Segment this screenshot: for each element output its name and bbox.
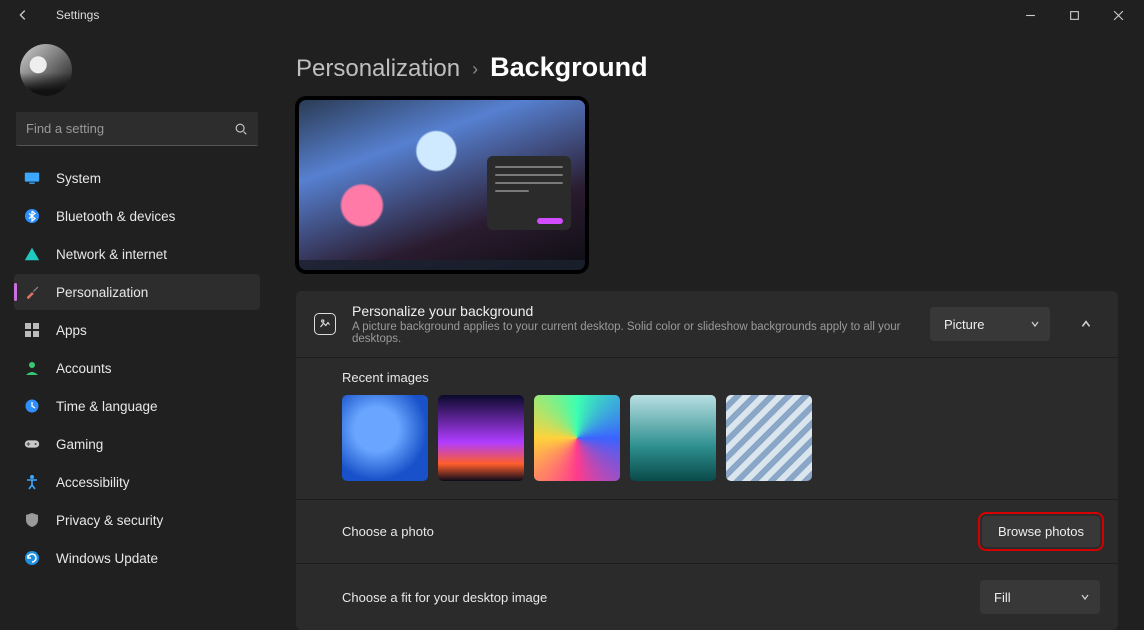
- sidebar-item-personalization[interactable]: Personalization: [14, 274, 260, 310]
- sidebar-item-label: System: [56, 171, 101, 186]
- person-icon: [22, 358, 42, 378]
- bluetooth-icon: [22, 206, 42, 226]
- sidebar-item-label: Personalization: [56, 285, 148, 300]
- recent-image-thumb[interactable]: [726, 395, 812, 481]
- browse-photos-button[interactable]: Browse photos: [982, 516, 1100, 547]
- chevron-right-icon: ›: [472, 59, 478, 80]
- search-icon: [234, 122, 248, 136]
- monitor-icon: [22, 168, 42, 188]
- avatar[interactable]: [20, 44, 72, 96]
- back-button[interactable]: [16, 8, 36, 22]
- gamepad-icon: [22, 434, 42, 454]
- card-title: Personalize your background: [352, 303, 914, 319]
- select-value: Fill: [994, 590, 1011, 605]
- clock-icon: [22, 396, 42, 416]
- sidebar-item-apps[interactable]: Apps: [14, 312, 260, 348]
- fit-select[interactable]: Fill: [980, 580, 1100, 614]
- sidebar-item-gaming[interactable]: Gaming: [14, 426, 260, 462]
- background-settings-card: Personalize your background A picture ba…: [296, 291, 1118, 630]
- sidebar-item-label: Privacy & security: [56, 513, 163, 528]
- select-value: Picture: [944, 317, 984, 332]
- sidebar-item-label: Windows Update: [56, 551, 158, 566]
- chevron-down-icon: [1080, 592, 1090, 602]
- sidebar-item-label: Time & language: [56, 399, 158, 414]
- sidebar-item-network[interactable]: Network & internet: [14, 236, 260, 272]
- sidebar-item-label: Accounts: [56, 361, 112, 376]
- choose-fit-row: Choose a fit for your desktop image Fill: [296, 563, 1118, 630]
- choose-photo-label: Choose a photo: [342, 524, 434, 539]
- recent-image-thumb[interactable]: [438, 395, 524, 481]
- sidebar-item-system[interactable]: System: [14, 160, 260, 196]
- recent-image-thumb[interactable]: [534, 395, 620, 481]
- recent-image-thumb[interactable]: [630, 395, 716, 481]
- close-button[interactable]: [1096, 0, 1140, 30]
- card-description: A picture background applies to your cur…: [352, 321, 914, 345]
- main-content: Personalization › Background Personali: [270, 30, 1144, 630]
- maximize-button[interactable]: [1052, 0, 1096, 30]
- sidebar-item-accounts[interactable]: Accounts: [14, 350, 260, 386]
- wifi-icon: [22, 244, 42, 264]
- recent-images-section: Recent images: [296, 357, 1118, 499]
- sidebar-item-privacy[interactable]: Privacy & security: [14, 502, 260, 538]
- sidebar-item-label: Bluetooth & devices: [56, 209, 175, 224]
- minimize-button[interactable]: [1008, 0, 1052, 30]
- sidebar: System Bluetooth & devices Network & int…: [0, 30, 270, 630]
- desktop-preview: [296, 97, 588, 273]
- sidebar-item-time-language[interactable]: Time & language: [14, 388, 260, 424]
- breadcrumb-parent[interactable]: Personalization: [296, 55, 460, 83]
- sidebar-item-label: Network & internet: [56, 247, 167, 262]
- page-title: Background: [490, 52, 648, 83]
- recent-images-label: Recent images: [342, 370, 1100, 385]
- sidebar-item-label: Gaming: [56, 437, 103, 452]
- preview-window-mock: [487, 156, 571, 230]
- search-box[interactable]: [16, 112, 258, 146]
- window-title: Settings: [56, 8, 99, 22]
- chevron-down-icon: [1030, 319, 1040, 329]
- picture-icon: [314, 313, 336, 335]
- shield-icon: [22, 510, 42, 530]
- search-input[interactable]: [26, 121, 234, 136]
- expand-toggle[interactable]: [1072, 307, 1100, 341]
- update-icon: [22, 548, 42, 568]
- choose-fit-label: Choose a fit for your desktop image: [342, 590, 547, 605]
- sidebar-item-accessibility[interactable]: Accessibility: [14, 464, 260, 500]
- sidebar-item-label: Apps: [56, 323, 87, 338]
- sidebar-item-windows-update[interactable]: Windows Update: [14, 540, 260, 576]
- sidebar-item-bluetooth[interactable]: Bluetooth & devices: [14, 198, 260, 234]
- recent-image-thumb[interactable]: [342, 395, 428, 481]
- sidebar-item-label: Accessibility: [56, 475, 130, 490]
- brush-icon: [22, 282, 42, 302]
- background-type-select[interactable]: Picture: [930, 307, 1050, 341]
- accessibility-icon: [22, 472, 42, 492]
- breadcrumb: Personalization › Background: [296, 52, 1118, 83]
- apps-icon: [22, 320, 42, 340]
- choose-photo-row: Choose a photo Browse photos: [296, 499, 1118, 563]
